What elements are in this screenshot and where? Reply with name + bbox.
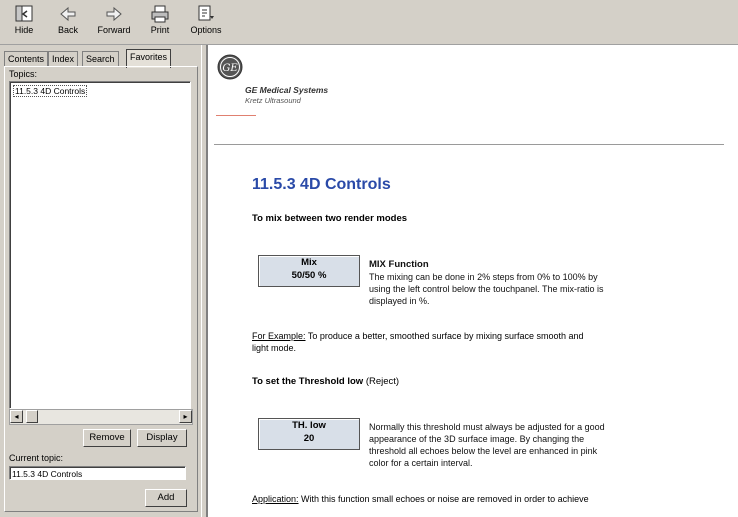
forward-label: Forward bbox=[97, 25, 131, 35]
hide-label: Hide bbox=[14, 25, 34, 35]
printer-icon bbox=[151, 5, 169, 23]
header-accent-line bbox=[216, 115, 256, 116]
example-paragraph: For Example: To produce a better, smooth… bbox=[252, 330, 584, 354]
back-label: Back bbox=[57, 25, 78, 35]
back-arrow-icon bbox=[60, 6, 76, 22]
options-icon bbox=[198, 5, 214, 21]
display-button[interactable]: Display bbox=[137, 429, 187, 447]
mix-function-heading: MIX Function bbox=[369, 259, 429, 270]
favorites-panel: Topics: 11.5.3 4D Controls ◂ ▸ Remove Di… bbox=[4, 66, 198, 512]
forward-button[interactable]: Forward bbox=[94, 4, 134, 42]
add-button[interactable]: Add bbox=[145, 489, 187, 507]
topics-label: Topics: bbox=[9, 69, 38, 79]
mix-description: MIX Function The mixing can be done in 2… bbox=[369, 258, 603, 307]
threshold-desc-line: threshold all echoes below the level are… bbox=[369, 446, 598, 456]
header-divider bbox=[214, 144, 724, 145]
navigation-pane: Contents Index Search Favorites Topics: … bbox=[0, 45, 201, 517]
remove-button[interactable]: Remove bbox=[83, 429, 131, 447]
example-text-cont: light mode. bbox=[252, 343, 297, 353]
list-item[interactable]: 11.5.3 4D Controls bbox=[13, 85, 88, 97]
forward-arrow-icon bbox=[106, 6, 122, 22]
threshold-desc-line: Normally this threshold must always be a… bbox=[369, 422, 605, 432]
mix-desc-line: using the left control below the touchpa… bbox=[369, 284, 604, 294]
print-button[interactable]: Print bbox=[140, 4, 180, 42]
hide-icon bbox=[15, 5, 33, 22]
tab-index[interactable]: Index bbox=[48, 51, 79, 67]
section-heading-mix: To mix between two render modes bbox=[252, 213, 408, 224]
threshold-heading-bold: To set the Threshold low bbox=[252, 376, 364, 387]
threshold-key-value: 20 bbox=[303, 433, 315, 444]
threshold-low-key: TH. low 20 bbox=[258, 418, 360, 450]
threshold-desc-line: color for a certain interval. bbox=[369, 458, 473, 468]
mix-desc-line: displayed in %. bbox=[369, 296, 430, 306]
mix-key-value: 50/50 % bbox=[291, 270, 327, 281]
threshold-description: Normally this threshold must always be a… bbox=[369, 421, 605, 469]
print-label: Print bbox=[150, 25, 170, 35]
back-button[interactable]: Back bbox=[48, 4, 88, 42]
toolbar: Hide Back Forward Print Options bbox=[0, 0, 738, 45]
mix-desc-line: The mixing can be done in 2% steps from … bbox=[369, 272, 598, 282]
options-label: Options bbox=[190, 25, 222, 35]
section-heading-threshold: To set the Threshold low (Reject) bbox=[252, 376, 399, 387]
hide-button[interactable]: Hide bbox=[4, 4, 44, 42]
application-text: With this function small echoes or noise… bbox=[298, 494, 589, 504]
division-name: Kretz Ultrasound bbox=[245, 96, 301, 105]
page-title: 11.5.3 4D Controls bbox=[252, 176, 391, 193]
example-label: For Example: bbox=[252, 331, 306, 341]
company-name: GE Medical Systems bbox=[245, 85, 329, 95]
horizontal-scrollbar[interactable]: ◂ ▸ bbox=[9, 409, 193, 425]
topic-content-pane: GE GE Medical Systems Kretz Ultrasound 1… bbox=[207, 45, 738, 517]
application-label: Application: bbox=[252, 494, 299, 504]
scroll-right-arrow-icon[interactable]: ▸ bbox=[179, 410, 192, 423]
application-paragraph: Application: With this function small ec… bbox=[252, 493, 589, 505]
threshold-key-label: TH. low bbox=[292, 420, 326, 431]
mix-key: Mix 50/50 % bbox=[258, 255, 360, 287]
svg-text:GE: GE bbox=[222, 63, 238, 74]
example-text: To produce a better, smoothed surface by… bbox=[305, 331, 584, 341]
tab-contents[interactable]: Contents bbox=[4, 51, 49, 67]
scroll-thumb[interactable] bbox=[26, 410, 38, 423]
threshold-heading-normal: (Reject) bbox=[363, 376, 400, 387]
current-topic-label: Current topic: bbox=[9, 453, 64, 463]
mix-key-label: Mix bbox=[301, 257, 317, 268]
topics-list[interactable]: 11.5.3 4D Controls bbox=[9, 81, 191, 409]
threshold-desc-line: appearance of the 3D surface image. By c… bbox=[369, 434, 585, 444]
options-button[interactable]: Options bbox=[186, 4, 226, 42]
current-topic-field[interactable]: 11.5.3 4D Controls bbox=[9, 466, 186, 480]
tab-search[interactable]: Search bbox=[82, 51, 119, 67]
ge-logo-icon: GE bbox=[217, 54, 243, 80]
scroll-left-arrow-icon[interactable]: ◂ bbox=[10, 410, 23, 423]
